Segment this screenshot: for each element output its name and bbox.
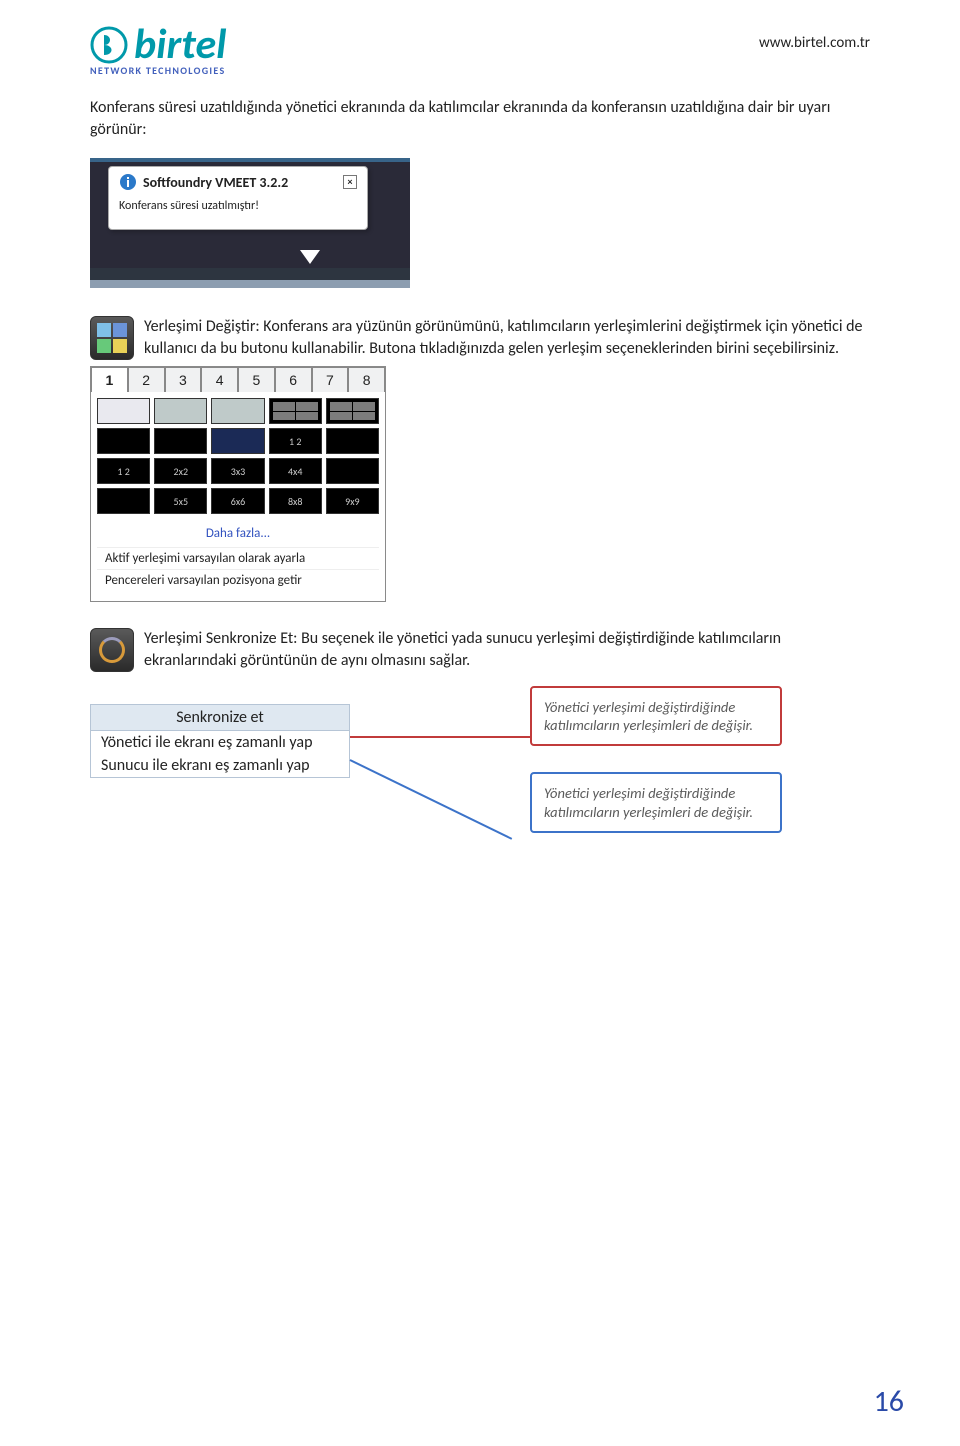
layout-opt-default[interactable]: Aktif yerleşimi varsayılan olarak ayarla: [97, 547, 379, 569]
layout-option[interactable]: 1 2: [97, 458, 150, 484]
sync-paragraph: Yerleşimi Senkronize Et: Bu seçenek ile …: [144, 628, 870, 671]
sync-menu-title: Senkronize et: [91, 705, 349, 731]
page-header: birtel NETWORK TECHNOLOGIES www.birtel.c…: [90, 24, 870, 77]
logo-block: birtel NETWORK TECHNOLOGIES: [90, 24, 226, 77]
logo-word: birtel: [134, 24, 226, 66]
layout-option[interactable]: [97, 398, 150, 424]
layout-option[interactable]: 1 2: [269, 428, 322, 454]
tab-5[interactable]: 5: [238, 367, 275, 392]
layout-option[interactable]: 3x3: [211, 458, 264, 484]
sync-menu-item-admin[interactable]: Yönetici ile ekranı eş zamanlı yap: [91, 731, 349, 754]
logo-icon: [90, 26, 128, 64]
layout-option[interactable]: [211, 398, 264, 424]
layout-option[interactable]: 6x6: [211, 488, 264, 514]
sync-callout-presenter: Yönetici yerleşimi değiştirdiğinde katıl…: [530, 772, 782, 832]
layout-change-icon: [90, 316, 134, 360]
logo-subtitle: NETWORK TECHNOLOGIES: [90, 64, 226, 77]
tab-2[interactable]: 2: [128, 367, 165, 392]
sync-icon: [90, 628, 134, 672]
layout-option[interactable]: [326, 398, 379, 424]
tab-1[interactable]: 1: [91, 367, 128, 392]
intro-paragraph: Konferans süresi uzatıldığında yönetici …: [90, 97, 870, 140]
layout-option[interactable]: [326, 428, 379, 454]
layout-option[interactable]: [97, 488, 150, 514]
sync-menu: Senkronize et Yönetici ile ekranı eş zam…: [90, 704, 350, 778]
layout-option[interactable]: 5x5: [154, 488, 207, 514]
tab-7[interactable]: 7: [312, 367, 349, 392]
sync-menu-item-presenter[interactable]: Sunucu ile ekranı eş zamanlı yap: [91, 754, 349, 777]
tab-6[interactable]: 6: [275, 367, 312, 392]
info-icon: [119, 173, 137, 191]
header-url: www.birtel.com.tr: [759, 34, 870, 52]
layout-option[interactable]: 2x2: [154, 458, 207, 484]
notification-bubble: Softfoundry VMEET 3.2.2 × Konferans süre…: [108, 166, 368, 230]
connector-line: [350, 736, 530, 738]
layout-option[interactable]: 8x8: [269, 488, 322, 514]
layout-option[interactable]: [97, 428, 150, 454]
layout-change-paragraph: Yerleşimi Değiştir: Konferans ara yüzünü…: [144, 316, 870, 359]
connector-line: [350, 759, 513, 840]
sync-diagram: Senkronize et Yönetici ile ekranı eş zam…: [90, 686, 870, 916]
layout-option[interactable]: [154, 428, 207, 454]
layout-tabs: 1 2 3 4 5 6 7 8: [91, 367, 385, 392]
layout-opt-reset[interactable]: Pencereleri varsayılan pozisyona getir: [97, 569, 379, 591]
notification-screenshot: Softfoundry VMEET 3.2.2 × Konferans süre…: [90, 158, 410, 288]
layout-option[interactable]: [154, 398, 207, 424]
tab-3[interactable]: 3: [165, 367, 202, 392]
layout-option[interactable]: 4x4: [269, 458, 322, 484]
sync-callout-admin: Yönetici yerleşimi değiştirdiğinde katıl…: [530, 686, 782, 746]
layout-option[interactable]: [326, 458, 379, 484]
tab-4[interactable]: 4: [201, 367, 238, 392]
layout-option[interactable]: [211, 428, 264, 454]
layout-panel: 1 2 3 4 5 6 7 8 1 2 1 2 2x2 3x3 4x: [90, 366, 386, 602]
notification-title: Softfoundry VMEET 3.2.2: [143, 174, 288, 191]
notification-body: Konferans süresi uzatılmıştır!: [119, 199, 357, 213]
more-link[interactable]: Daha fazla...: [97, 524, 379, 547]
layout-change-heading: Yerleşimi Değiştir:: [144, 317, 260, 336]
sync-heading: Yerleşimi Senkronize Et:: [144, 629, 297, 648]
layout-option[interactable]: [269, 398, 322, 424]
tab-8[interactable]: 8: [348, 367, 385, 392]
close-icon[interactable]: ×: [343, 175, 357, 189]
page-number: 16: [874, 1383, 904, 1420]
layout-option[interactable]: 9x9: [326, 488, 379, 514]
